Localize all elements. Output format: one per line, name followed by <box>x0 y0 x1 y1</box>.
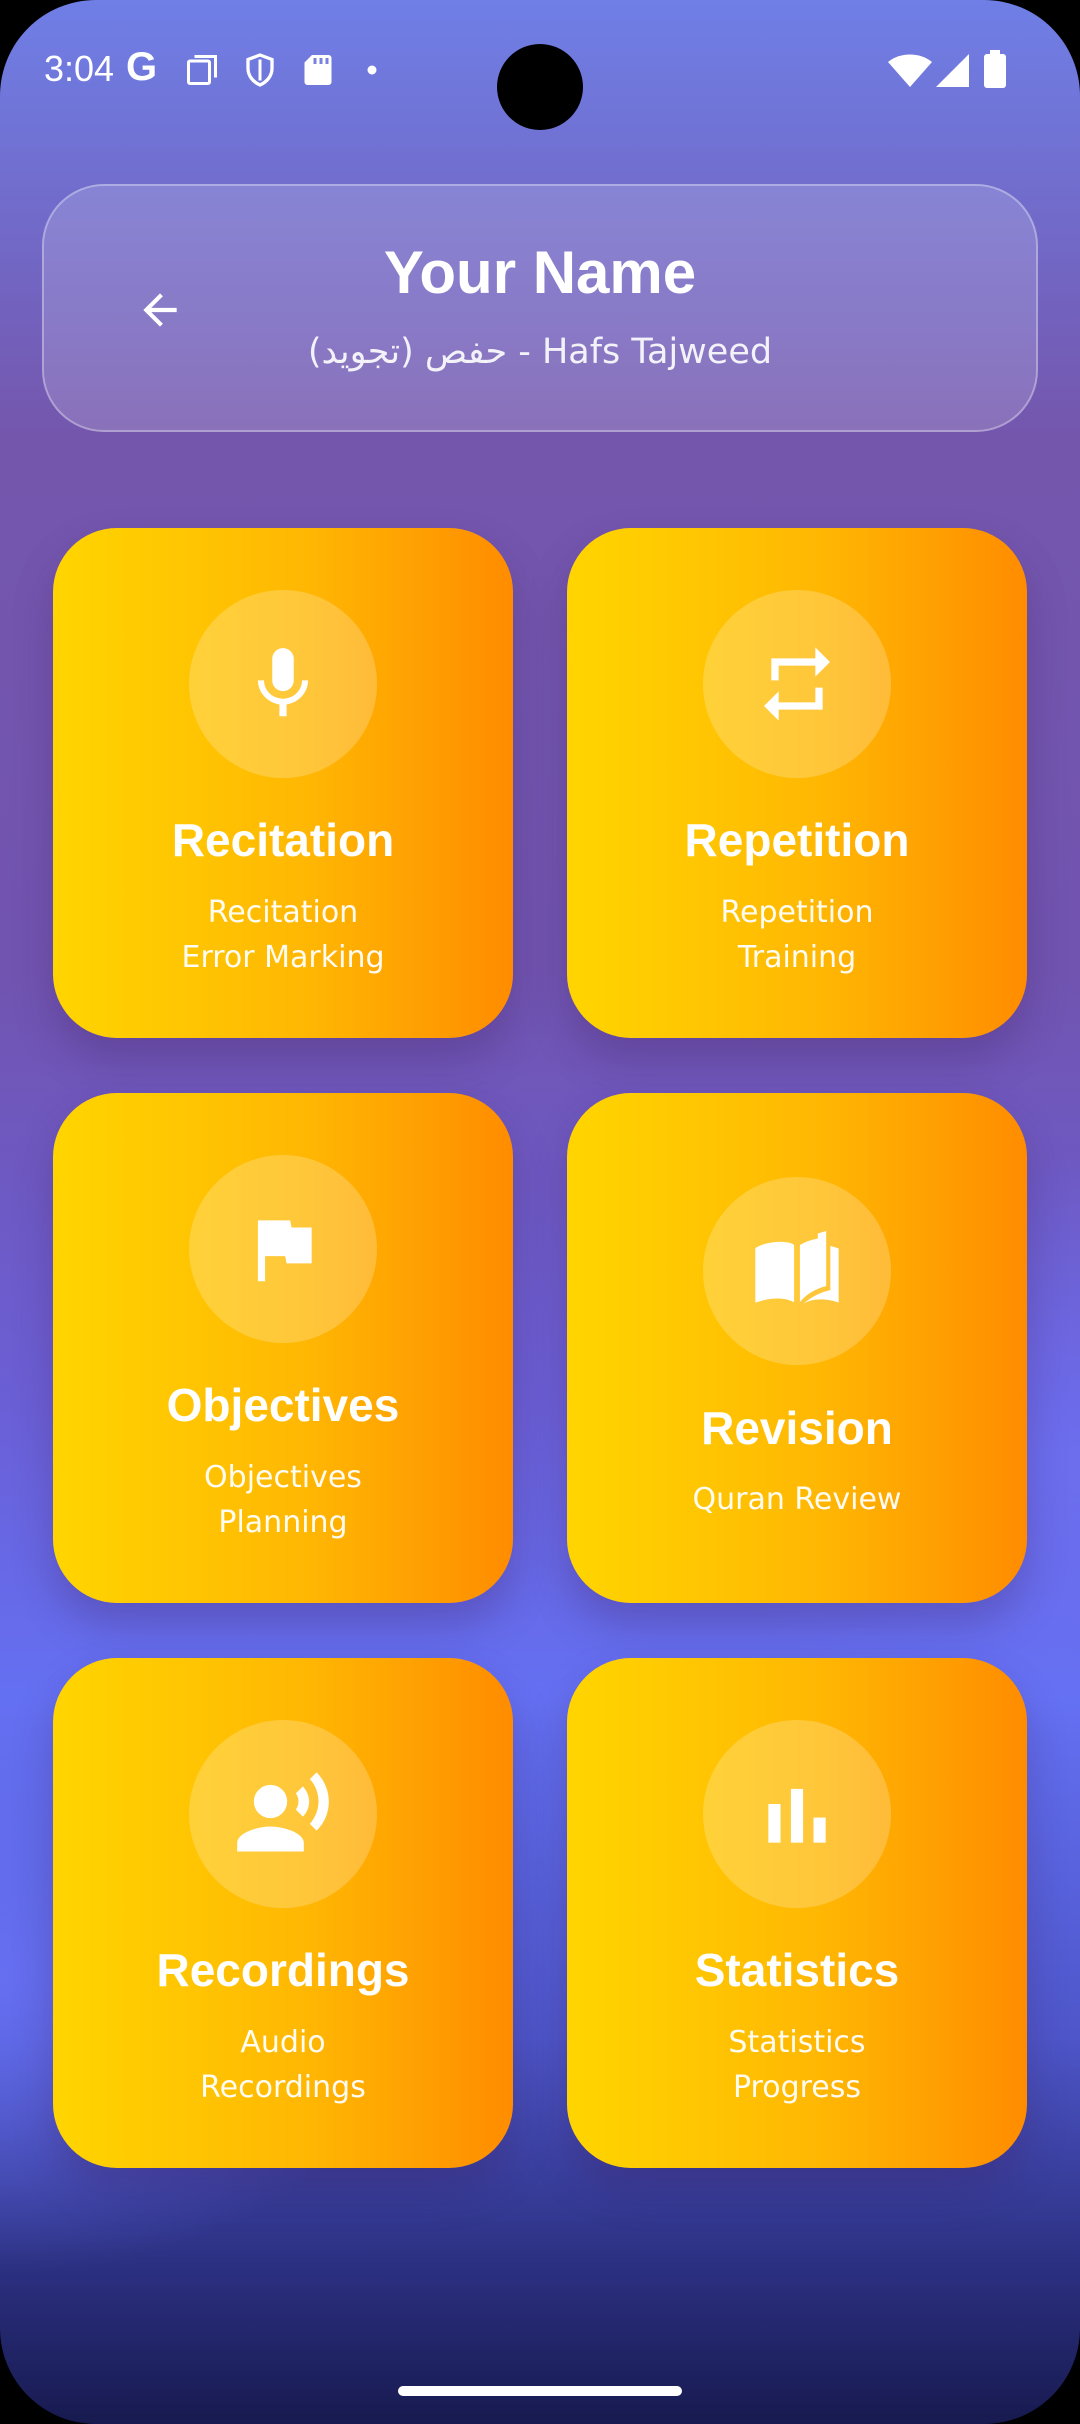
signal-icon <box>936 54 969 87</box>
tile-description-line: Recitation <box>207 895 359 930</box>
home-indicator[interactable] <box>398 2386 682 2396</box>
book-icon <box>755 1231 839 1305</box>
tile-repetition[interactable]: Repetition Repetition Training <box>567 528 1027 1038</box>
tile-description: Statistics Progress <box>567 2020 1027 2110</box>
screenshot-icon <box>187 55 217 85</box>
google-icon: G <box>126 45 158 89</box>
battery-icon <box>984 50 1006 88</box>
tile-description-line: Quran Review <box>692 1482 902 1517</box>
icon-circle <box>189 590 377 778</box>
sd-card-icon <box>304 55 332 85</box>
tile-description-line: Statistics <box>728 2025 866 2060</box>
tile-title: Recordings <box>156 1944 410 1996</box>
tile-description-line: Audio <box>240 2025 326 2060</box>
icon-circle <box>703 590 891 778</box>
dot-icon <box>367 65 377 75</box>
app-screen: 3:04 G Your Name حفص (تجويد) - Hafs Tajw… <box>0 0 1080 2424</box>
page-title: Your Name <box>383 239 697 306</box>
tile-revision[interactable]: Revision Quran Review <box>567 1093 1027 1603</box>
tile-statistics[interactable]: Statistics Statistics Progress <box>567 1658 1027 2168</box>
camera-cutout <box>497 44 583 130</box>
tile-title: Objectives <box>166 1379 400 1431</box>
tile-description: Recitation Error Marking <box>53 890 513 980</box>
flag-icon <box>257 1220 312 1282</box>
tile-title: Revision <box>701 1402 893 1454</box>
page-subtitle: حفص (تجويد) - Hafs Tajweed <box>307 332 773 372</box>
tile-description: Audio Recordings <box>53 2020 513 2110</box>
icon-circle <box>189 1155 377 1343</box>
record-voice-icon <box>237 1772 329 1852</box>
tile-recitation[interactable]: Recitation Recitation Error Marking <box>53 528 513 1038</box>
tile-recordings[interactable]: Recordings Audio Recordings <box>53 1658 513 2168</box>
wifi-icon <box>888 54 932 87</box>
tile-description-line: Recordings <box>200 2070 366 2105</box>
tile-description-line: Objectives <box>204 1460 362 1495</box>
tile-title: Recitation <box>171 814 395 866</box>
tile-objectives[interactable]: Objectives Objectives Planning <box>53 1093 513 1603</box>
tile-description: Objectives Planning <box>53 1455 513 1545</box>
status-time: 3:04 <box>44 48 115 89</box>
tile-description-line: Error Marking <box>181 940 385 975</box>
tile-description-line: Planning <box>218 1505 348 1540</box>
icon-circle <box>703 1720 891 1908</box>
repeat-icon <box>764 647 830 721</box>
tile-description-line: Repetition <box>720 895 874 930</box>
shield-icon <box>246 53 274 87</box>
tile-description: Quran Review <box>567 1477 1027 1522</box>
tile-title: Repetition <box>684 814 910 866</box>
icon-circle <box>189 1720 377 1908</box>
tile-title: Statistics <box>694 1944 900 1996</box>
tile-description-line: Progress <box>732 2070 862 2105</box>
icon-circle <box>703 1177 891 1365</box>
microphone-icon <box>257 648 309 717</box>
tile-description-line: Training <box>737 940 857 975</box>
bar-chart-icon <box>768 1788 826 1843</box>
tile-description: Repetition Training <box>567 890 1027 980</box>
